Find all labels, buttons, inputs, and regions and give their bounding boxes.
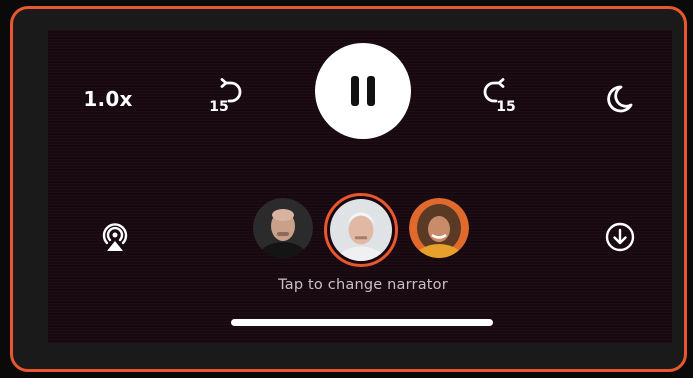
- narrator-option[interactable]: [253, 198, 313, 258]
- skip-back-seconds: 15: [209, 99, 228, 115]
- narrator-hint-text: Tap to change narrator: [278, 277, 448, 293]
- moon-icon: [607, 85, 633, 113]
- download-icon: [605, 222, 635, 252]
- playback-speed-button[interactable]: 1.0x: [81, 81, 135, 117]
- player-frame: 1.0x 15 15 Tap to change narrator: [10, 6, 687, 372]
- narrator-selector: [253, 190, 473, 267]
- airplay-icon: [102, 223, 128, 251]
- narrator-option[interactable]: [409, 198, 469, 258]
- skip-back-icon: 15: [209, 78, 242, 115]
- skip-forward-seconds: 15: [496, 99, 515, 115]
- narrator-avatar: [409, 198, 469, 258]
- pause-icon: [351, 76, 375, 106]
- airplay-button[interactable]: [97, 219, 133, 255]
- skip-back-button[interactable]: 15: [202, 75, 250, 123]
- skip-forward-icon: 15: [483, 78, 516, 115]
- pause-button[interactable]: [315, 43, 411, 139]
- download-button[interactable]: [604, 221, 636, 253]
- skip-forward-button[interactable]: 15: [475, 75, 523, 123]
- home-indicator[interactable]: [231, 319, 493, 326]
- narrator-avatar: [330, 199, 392, 261]
- sleep-timer-button[interactable]: [601, 81, 637, 117]
- narrator-avatar: [253, 198, 313, 258]
- narrator-option-selected[interactable]: [324, 193, 398, 267]
